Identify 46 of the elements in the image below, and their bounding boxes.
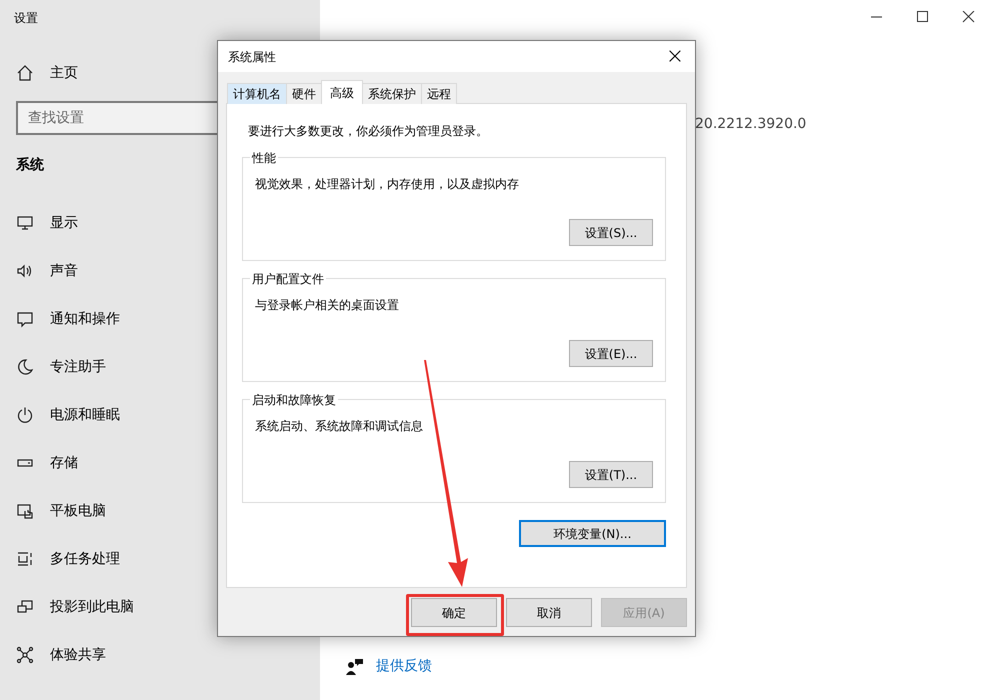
- maximize-icon: [916, 11, 928, 23]
- group-description: 与登录帐户相关的桌面设置: [255, 297, 400, 314]
- home-icon: [16, 64, 34, 82]
- window-title: 设置: [13, 10, 39, 27]
- feedback-link[interactable]: 提供反馈: [376, 656, 432, 677]
- tab[interactable]: 高级: [321, 80, 363, 104]
- tab[interactable]: 远程: [421, 83, 457, 104]
- sidebar-item[interactable]: 平板电脑: [0, 487, 122, 535]
- feedback-person-icon: [346, 658, 364, 676]
- speech-bubble-icon: [16, 310, 34, 328]
- settings-button[interactable]: 设置(E)...: [569, 340, 653, 367]
- tab[interactable]: 硬件: [286, 83, 322, 104]
- close-icon: [962, 11, 974, 23]
- group-description: 视觉效果，处理器计划，内存使用，以及虚拟内存: [255, 176, 520, 193]
- tablet-icon: [16, 502, 34, 520]
- sidebar-item[interactable]: 电源和睡眠: [0, 391, 136, 439]
- environment-variables-button[interactable]: 环境变量(N)...: [519, 520, 666, 547]
- settings-button[interactable]: 设置(T)...: [569, 461, 653, 488]
- group-title: 性能: [250, 149, 278, 167]
- dialog-button[interactable]: 确定: [411, 598, 497, 627]
- home-nav-item[interactable]: 主页: [0, 49, 94, 97]
- moon-icon: [16, 358, 34, 376]
- power-icon: [16, 406, 34, 424]
- sidebar-item[interactable]: 通知和操作: [0, 295, 136, 343]
- section-heading: 系统: [16, 156, 44, 175]
- version-text: 20.2212.3920.0: [695, 115, 806, 134]
- sidebar-item[interactable]: 体验共享: [0, 631, 122, 679]
- tab[interactable]: 系统保护: [362, 83, 422, 104]
- close-button[interactable]: ×: [655, 42, 695, 72]
- dialog-title: 系统属性: [228, 48, 276, 66]
- sidebar-item[interactable]: 存储: [0, 439, 94, 487]
- sidebar-item[interactable]: 显示: [0, 199, 94, 247]
- speaker-icon: [16, 262, 34, 280]
- group-title: 用户配置文件: [250, 270, 326, 288]
- share-network-icon: [16, 646, 34, 664]
- settings-button[interactable]: 设置(S)...: [569, 219, 653, 246]
- sidebar-item[interactable]: 专注助手: [0, 343, 122, 391]
- sidebar-item[interactable]: 声音: [0, 247, 94, 295]
- sidebar-item[interactable]: 投影到此电脑: [0, 583, 150, 631]
- multitask-icon: [16, 550, 34, 568]
- monitor-icon: [16, 214, 34, 232]
- tab[interactable]: 计算机名: [227, 83, 287, 104]
- group-title: 启动和故障恢复: [250, 391, 338, 409]
- group-description: 系统启动、系统故障和调试信息: [255, 418, 424, 435]
- dialog-button[interactable]: 取消: [506, 598, 592, 627]
- sidebar-item[interactable]: 多任务处理: [0, 535, 136, 583]
